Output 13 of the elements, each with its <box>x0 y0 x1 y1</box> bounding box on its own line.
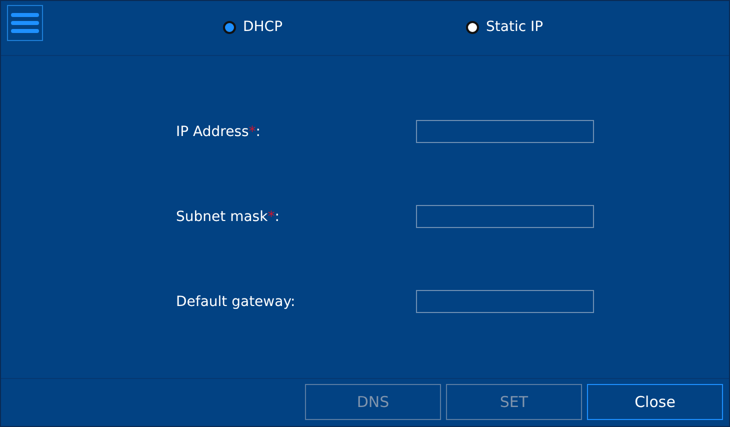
field-label: IP Address*: <box>176 124 262 140</box>
menu-icon <box>10 12 40 34</box>
radio-label: DHCP <box>243 19 283 35</box>
radio-option[interactable]: Static IP <box>466 19 709 35</box>
input-field[interactable] <box>416 205 594 228</box>
radio-label: Static IP <box>486 19 544 35</box>
menu-button[interactable] <box>7 5 43 41</box>
input-field[interactable] <box>416 290 594 313</box>
action-button[interactable]: Close <box>587 384 723 420</box>
input-field[interactable] <box>416 120 594 143</box>
field-label: Default gateway: <box>176 294 296 310</box>
radio-option[interactable]: DHCP <box>223 19 466 35</box>
field-label: Subnet mask*: <box>176 208 280 224</box>
